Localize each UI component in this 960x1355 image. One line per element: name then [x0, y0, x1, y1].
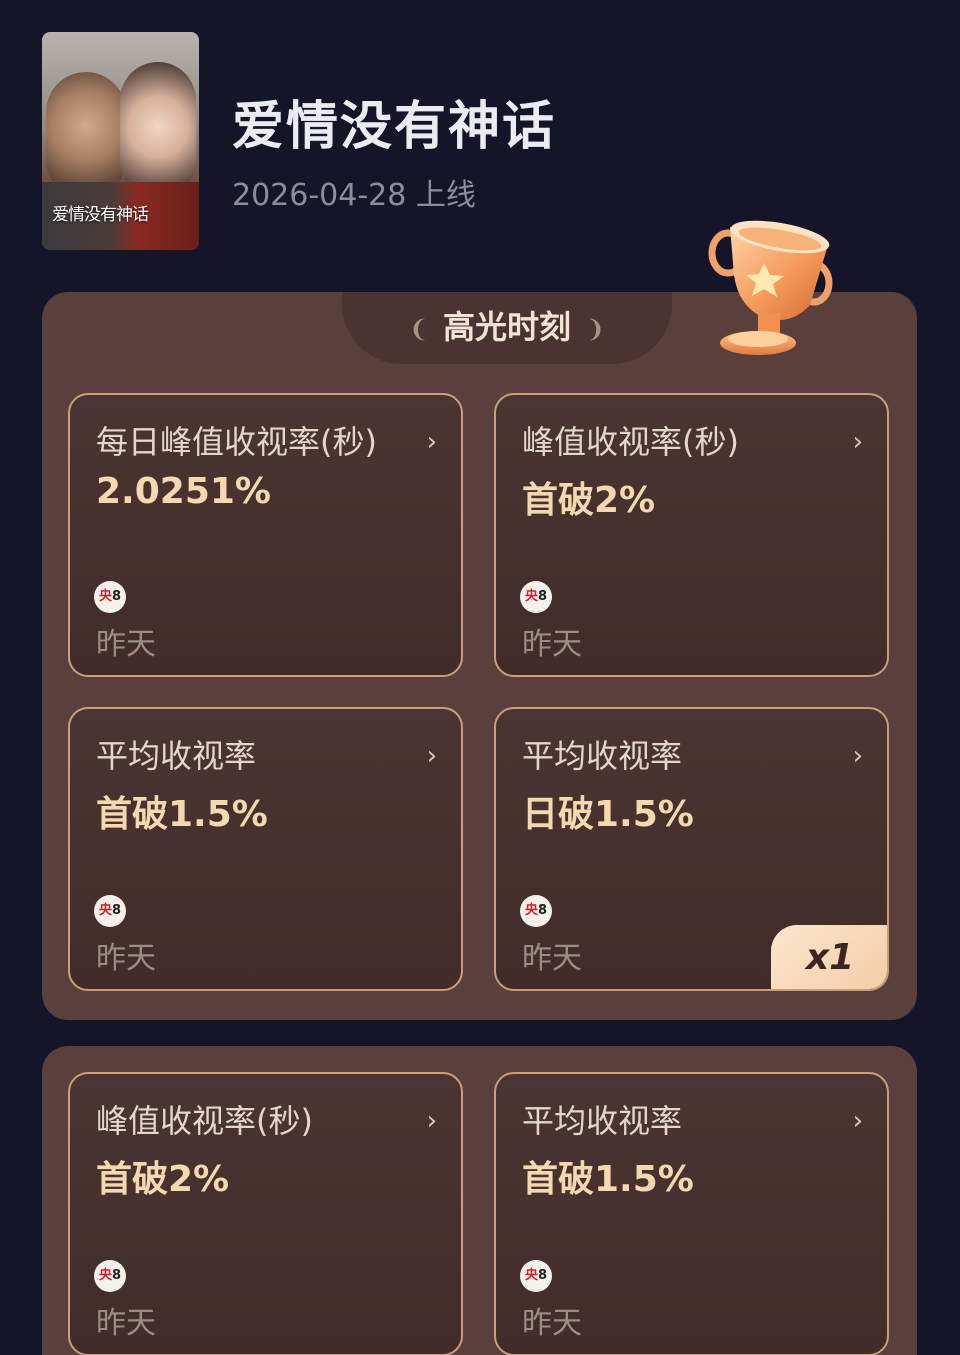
highlight-card-peak-first[interactable]: 峰值收视率(秒) › 首破2% 央8 昨天: [494, 393, 889, 677]
cctv8-logo-icon: 央8: [94, 581, 126, 613]
chevron-right-icon[interactable]: ›: [427, 1106, 437, 1136]
cctv8-logo-icon: 央8: [520, 895, 552, 927]
card-value: 首破2%: [96, 1159, 230, 1200]
highlights-panel-secondary: 峰值收视率(秒) › 首破2% 央8 昨天 平均收视率 › 首破1.5% 央8 …: [42, 1046, 917, 1355]
highlight-card-average-first-2[interactable]: 平均收视率 › 首破1.5% 央8 昨天: [494, 1072, 889, 1355]
card-time: 昨天: [522, 941, 582, 976]
chevron-right-icon[interactable]: ›: [427, 741, 437, 771]
card-title: 平均收视率: [522, 1102, 683, 1140]
card-value: 日破1.5%: [522, 794, 694, 835]
trophy-icon: [708, 220, 833, 355]
card-title: 峰值收视率(秒): [522, 423, 739, 461]
highlights-panel: ❨ 高光时刻 ❩ 每日峰值收视率(秒) › 2.0251% 央8 昨天 峰值收视率(…: [42, 292, 917, 1020]
card-title: 平均收视率: [522, 737, 683, 775]
poster-title: 爱情没有神话: [52, 205, 149, 225]
card-title: 峰值收视率(秒): [96, 1102, 313, 1140]
highlight-card-daily-peak[interactable]: 每日峰值收视率(秒) › 2.0251% 央8 昨天: [68, 393, 463, 677]
show-title: 爱情没有神话: [232, 97, 557, 157]
highlight-card-average-first[interactable]: 平均收视率 › 首破1.5% 央8 昨天: [68, 707, 463, 991]
card-time: 昨天: [522, 627, 582, 662]
card-time: 昨天: [96, 941, 156, 976]
poster-actress-right: [120, 62, 196, 192]
card-time: 昨天: [522, 1306, 582, 1341]
card-value: 首破2%: [522, 480, 656, 521]
show-poster[interactable]: 爱情没有神话: [42, 32, 199, 250]
release-date: 2026-04-28 上线: [232, 178, 476, 213]
highlight-card-average-daily[interactable]: 平均收视率 › 日破1.5% 央8 昨天 x1: [494, 707, 889, 991]
page: 爱情没有神话 爱情没有神话 2026-04-28 上线 ❨ 高光时刻 ❩ 每日峰值收…: [0, 0, 960, 1355]
card-time: 昨天: [96, 1306, 156, 1341]
cctv8-logo-icon: 央8: [520, 581, 552, 613]
highlights-heading: 高光时刻: [442, 308, 571, 346]
card-time: 昨天: [96, 627, 156, 662]
card-value: 首破1.5%: [96, 794, 268, 835]
chevron-right-icon[interactable]: ›: [853, 427, 863, 457]
laurel-left-icon: ❨: [408, 315, 429, 343]
card-value: 2.0251%: [96, 471, 271, 512]
chevron-right-icon[interactable]: ›: [853, 741, 863, 771]
laurel-right-icon: ❩: [585, 315, 606, 343]
highlights-heading-row: ❨ 高光时刻 ❩: [342, 302, 672, 348]
cctv8-logo-icon: 央8: [94, 1260, 126, 1292]
chevron-right-icon[interactable]: ›: [853, 1106, 863, 1136]
card-title: 每日峰值收视率(秒): [96, 423, 377, 461]
count-badge: x1: [771, 925, 887, 989]
highlights-tab: ❨ 高光时刻 ❩: [342, 292, 672, 364]
chevron-right-icon[interactable]: ›: [427, 427, 437, 457]
cctv8-logo-icon: 央8: [520, 1260, 552, 1292]
cctv8-logo-icon: 央8: [94, 895, 126, 927]
poster-actor-left: [46, 72, 126, 192]
card-title: 平均收视率: [96, 737, 257, 775]
card-value: 首破1.5%: [522, 1159, 694, 1200]
highlight-card-peak-first-2[interactable]: 峰值收视率(秒) › 首破2% 央8 昨天: [68, 1072, 463, 1355]
